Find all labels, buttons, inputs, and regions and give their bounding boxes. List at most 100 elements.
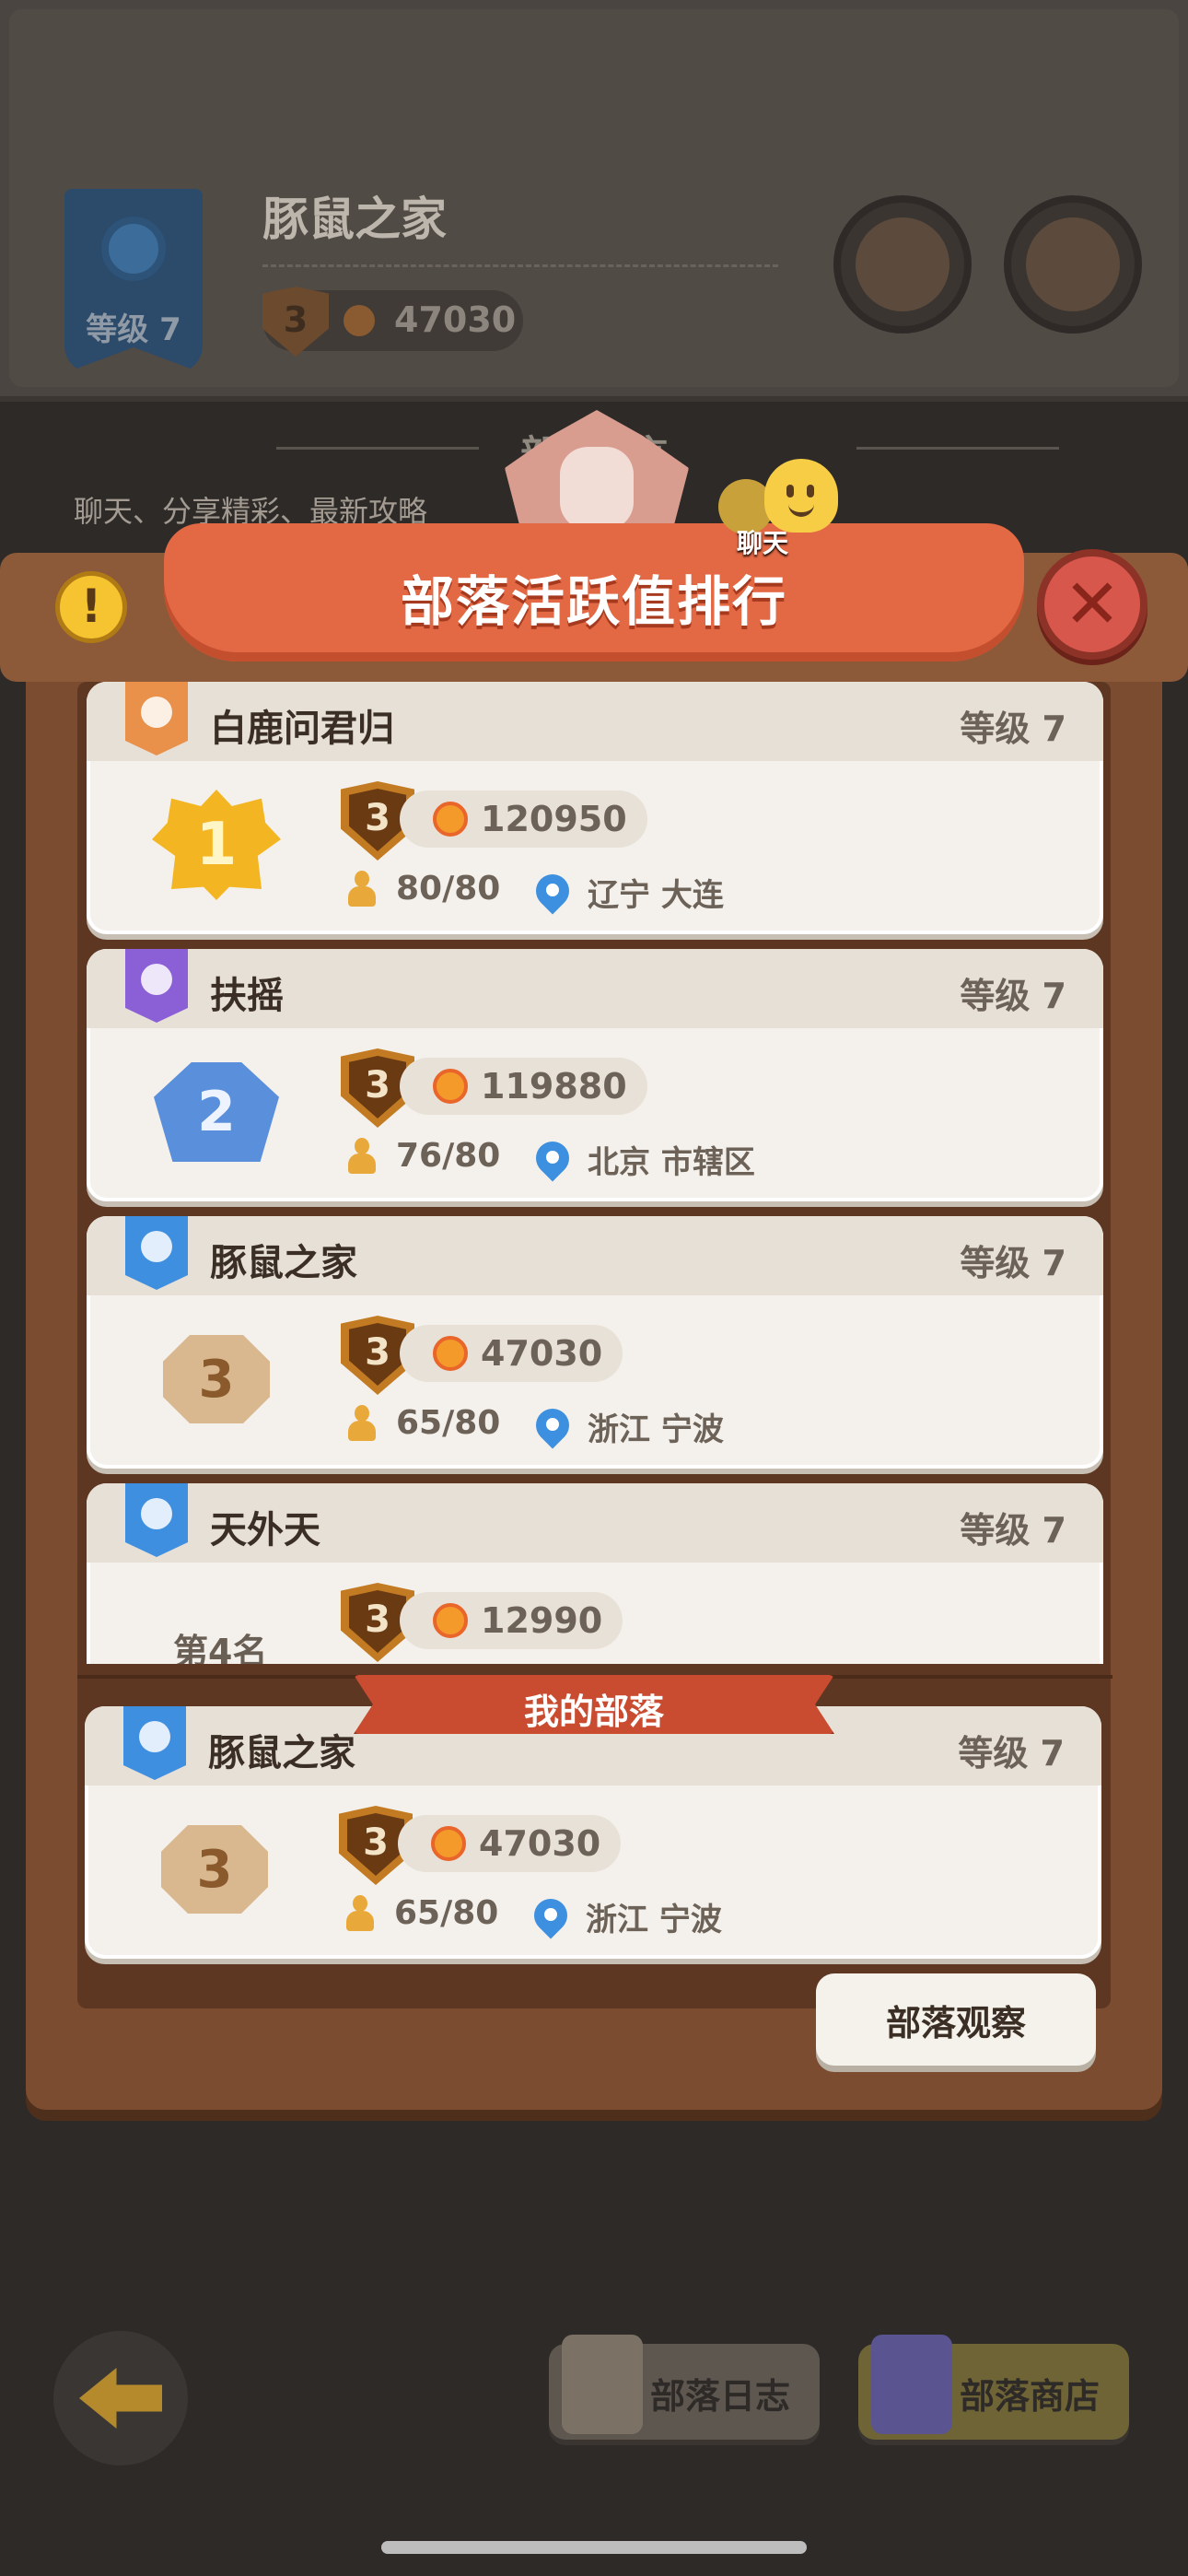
location-value: 浙江 宁波 [588,1411,724,1448]
tribe-badge-icon [125,1216,188,1290]
person-icon [348,1404,376,1442]
tribe-level: 等级 7 [960,976,1066,1016]
my-tribe-ribbon: 我的部落 [354,1675,834,1734]
ranking-item[interactable]: 天外天 等级 7 第4名 3 12990 [87,1483,1103,1664]
location-pin-icon [529,867,577,914]
tribe-badge-icon [125,1483,188,1557]
header-divider [262,264,778,267]
person-icon [348,870,376,907]
rank-medal: 3 [146,1809,284,1929]
activity-score: 12990 [400,1592,623,1649]
tribe-log-label: 部落日志 [650,2376,791,2417]
tribe-name: 豚鼠之家 [210,1242,357,1284]
location-value: 浙江 宁波 [586,1902,722,1938]
chat-label[interactable]: 聊天 [737,523,788,560]
location-pin-icon [527,1891,575,1938]
tribe-level: 等级 7 [960,1510,1066,1551]
tribe-badge-icon [125,682,188,755]
activity-score: 47030 [398,1815,622,1872]
tribe-shop-button[interactable]: 部落商店 [858,2335,1129,2440]
ranking-item[interactable]: 豚鼠之家 等级 7 3 3 47030 65/80 浙江 宁波 [87,1216,1103,1469]
fire-icon [433,1603,468,1638]
location: 辽宁 大连 [529,867,724,915]
member-count: 65/80 [346,1894,498,1932]
tribe-badge-icon [123,1706,186,1780]
monkey-avatar-icon [856,217,949,311]
chat-bubble-icon[interactable] [764,459,838,533]
location: 浙江 宁波 [529,1401,724,1449]
location: 浙江 宁波 [527,1891,722,1939]
rank-medal: 1 [147,785,285,905]
member-count: 65/80 [348,1404,500,1442]
tribe-emblem-icon [101,217,166,281]
rank-medal: 3 [147,1319,285,1439]
fire-icon [433,1336,468,1371]
my-tribe-label: 我的部落 [523,1692,664,1732]
ranking-list[interactable]: 白鹿问君归 等级 7 1 3 120950 80/80 辽宁 大连 扶摇 等级 … [87,682,1103,1664]
rank-medal: 2 [147,1052,285,1172]
tribe-banner-icon: 等级 7 [64,189,203,373]
tribe-log-button[interactable]: 部落日志 [549,2335,820,2440]
trophy-icon [1026,217,1120,311]
silver-medal-icon: 2 [154,1062,279,1162]
tribe-badge-icon [125,949,188,1023]
gold-medal-icon: 1 [152,790,281,900]
section-line-right [856,447,1059,450]
activity-score-value: 12990 [481,1600,603,1641]
tribe-name: 扶摇 [210,975,284,1017]
ranking-round-button [1004,195,1142,334]
bronze-medal-icon: 3 [161,1825,268,1914]
member-count-value: 76/80 [396,1137,501,1175]
tribe-observe-button[interactable]: 部落观察 [816,1973,1096,2066]
activity-score-value: 119880 [481,1066,627,1107]
member-count: 80/80 [348,870,500,907]
info-button[interactable]: ! [55,571,127,643]
tribe-header-title: 豚鼠之家 [262,193,447,246]
back-button[interactable] [53,2331,188,2465]
tribe-level: 等级 7 [960,1243,1066,1283]
close-button[interactable]: ✕ [1037,549,1147,660]
shop-icon [871,2335,952,2434]
activity-score: 47030 [400,1325,623,1382]
location-value: 辽宁 大连 [588,877,724,914]
title-ribbon: 部落活跃值排行 [164,523,1024,662]
tribe-header-stats: 3 47030 [262,287,523,357]
person-icon [348,1137,376,1175]
tribe-header-score: 47030 [394,299,517,340]
person-icon [346,1894,374,1932]
members-round-button [833,195,972,334]
section-line-left [276,447,479,450]
member-count: 76/80 [348,1137,500,1175]
fire-icon [433,802,468,837]
tribe-shop-label: 部落商店 [960,2376,1101,2417]
close-icon: ✕ [1063,565,1121,644]
ranking-item[interactable]: 扶摇 等级 7 2 3 119880 76/80 北京 市辖区 [87,949,1103,1201]
fire-icon [344,305,375,336]
tribe-name: 天外天 [210,1509,320,1551]
activity-score: 120950 [400,790,647,848]
activity-score: 119880 [400,1058,647,1115]
back-arrow-icon [79,2368,162,2429]
member-count-value: 80/80 [396,870,501,907]
fire-icon [431,1826,466,1861]
home-indicator[interactable] [381,2541,807,2554]
tribe-name: 白鹿问君归 [210,708,394,750]
my-tribe-item[interactable]: 豚鼠之家 等级 7 3 3 47030 65/80 浙江 宁波 [85,1706,1101,1959]
activity-score-value: 120950 [481,799,627,839]
location-value: 北京 市辖区 [588,1144,755,1181]
tribe-level: 等级 7 [958,1733,1065,1774]
fire-icon [433,1069,468,1104]
member-count-value: 65/80 [396,1404,501,1442]
rank-text: 第4名 [173,1632,268,1664]
activity-score-value: 47030 [479,1823,601,1864]
location-pin-icon [529,1134,577,1181]
tribe-banner-level: 等级 7 [86,311,181,348]
location: 北京 市辖区 [529,1134,755,1182]
scroll-icon [562,2335,643,2434]
location-pin-icon [529,1401,577,1448]
activity-score-value: 47030 [481,1333,603,1374]
bronze-medal-icon: 3 [163,1335,270,1423]
modal-title: 部落活跃值排行 [400,570,787,633]
ranking-item[interactable]: 白鹿问君归 等级 7 1 3 120950 80/80 辽宁 大连 [87,682,1103,934]
tribe-name: 豚鼠之家 [208,1732,355,1774]
